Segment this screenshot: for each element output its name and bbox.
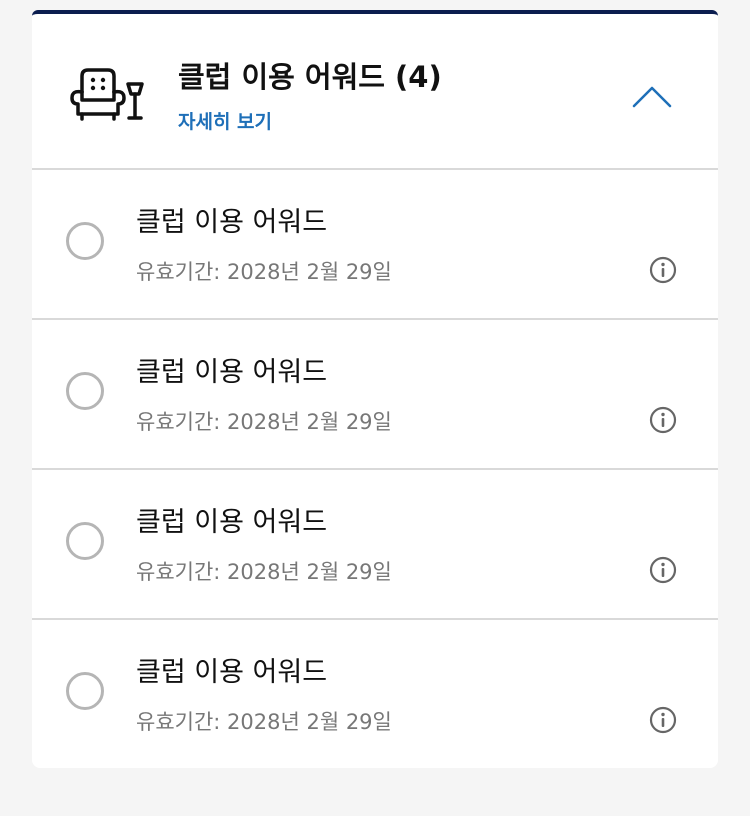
award-radio-button[interactable] bbox=[66, 672, 104, 710]
view-details-link[interactable]: 자세히 보기 bbox=[178, 107, 272, 134]
award-list-item[interactable]: 클럽 이용 어워드 유효기간: 2028년 2월 29일 bbox=[32, 470, 718, 620]
info-icon[interactable] bbox=[649, 256, 677, 284]
armchair-lamp-icon bbox=[70, 68, 144, 121]
award-validity: 유효기간: 2028년 2월 29일 bbox=[136, 260, 392, 284]
info-icon[interactable] bbox=[649, 556, 677, 584]
info-icon[interactable] bbox=[649, 406, 677, 434]
award-title: 클럽 이용 어워드 bbox=[136, 357, 328, 388]
award-list-item[interactable]: 클럽 이용 어워드 유효기간: 2028년 2월 29일 bbox=[32, 620, 718, 768]
award-section-title: 클럽 이용 어워드 (4) bbox=[178, 60, 442, 94]
award-radio-button[interactable] bbox=[66, 222, 104, 260]
award-radio-button[interactable] bbox=[66, 372, 104, 410]
award-list-item[interactable]: 클럽 이용 어워드 유효기간: 2028년 2월 29일 bbox=[32, 170, 718, 320]
award-title: 클럽 이용 어워드 bbox=[136, 207, 328, 238]
award-section-card: 클럽 이용 어워드 (4) 자세히 보기 클럽 이용 어워드 유효기간: 202… bbox=[32, 10, 718, 768]
award-validity: 유효기간: 2028년 2월 29일 bbox=[136, 410, 392, 434]
chevron-up-icon[interactable] bbox=[628, 78, 676, 114]
award-section-header: 클럽 이용 어워드 (4) 자세히 보기 bbox=[32, 14, 718, 170]
award-title: 클럽 이용 어워드 bbox=[136, 507, 328, 538]
award-validity: 유효기간: 2028년 2월 29일 bbox=[136, 710, 392, 734]
award-radio-button[interactable] bbox=[66, 522, 104, 560]
award-list-item[interactable]: 클럽 이용 어워드 유효기간: 2028년 2월 29일 bbox=[32, 320, 718, 470]
info-icon[interactable] bbox=[649, 706, 677, 734]
award-validity: 유효기간: 2028년 2월 29일 bbox=[136, 560, 392, 584]
award-list: 클럽 이용 어워드 유효기간: 2028년 2월 29일 클럽 이용 어워드 유… bbox=[32, 170, 718, 768]
award-title: 클럽 이용 어워드 bbox=[136, 657, 328, 688]
